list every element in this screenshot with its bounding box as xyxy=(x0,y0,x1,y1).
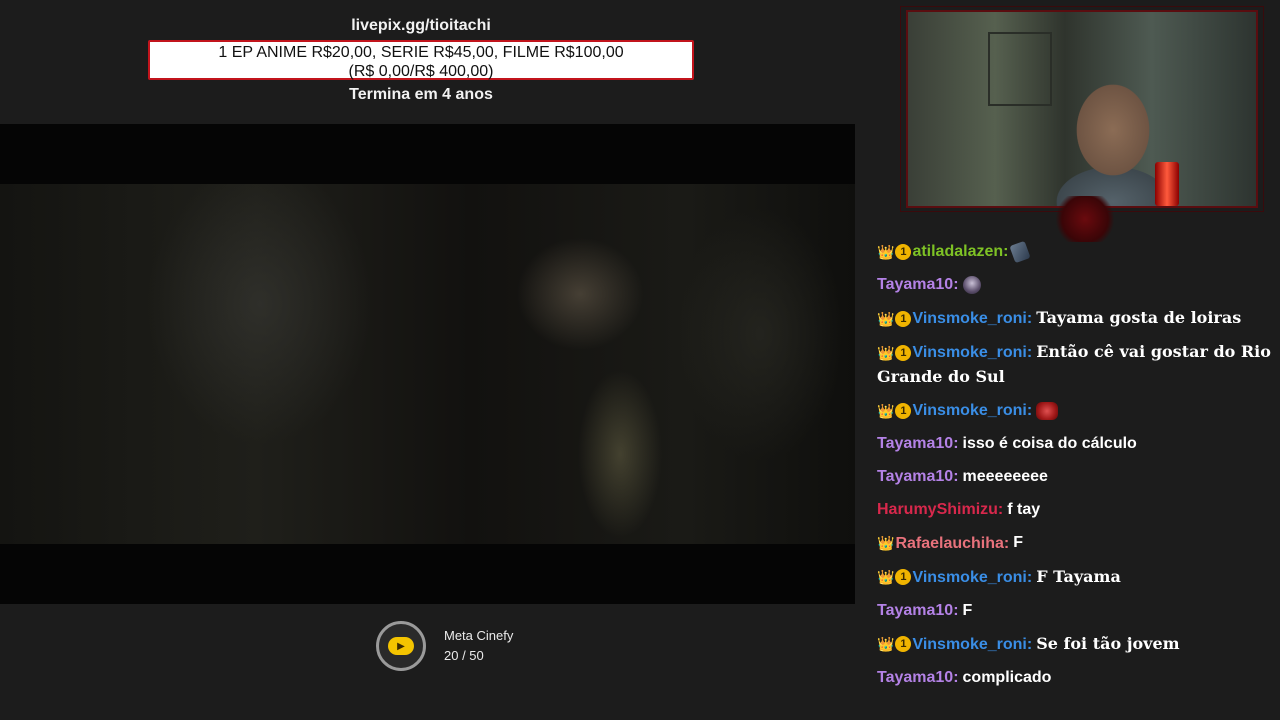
chat-message-text: F xyxy=(962,601,973,619)
chat-message: Tayama10: isso é coisa do cálculo xyxy=(877,432,1272,456)
tier-badge-icon: 1 xyxy=(895,345,912,361)
donation-goal-box: 1 EP ANIME R$20,00, SERIE R$45,00, FILME… xyxy=(148,40,694,80)
tier-badge-icon: 1 xyxy=(895,569,912,586)
chat-message-text: meeeeeeee xyxy=(962,468,1048,486)
chat-message: Tayama10: complicado xyxy=(877,666,1272,690)
chat-message: Tayama10: xyxy=(877,273,1272,297)
chat-message-text: Se foi tão jovem xyxy=(1036,633,1180,653)
ninja-emote-icon xyxy=(962,276,981,294)
goal-progress: 20 / 50 xyxy=(444,648,484,663)
donation-ends-label: Termina em 4 anos xyxy=(349,86,493,103)
crown-badge-icon: 👑 xyxy=(877,244,895,260)
demon-emote-icon xyxy=(1036,402,1059,421)
chat-message: 👑 1 Vinsmoke_roni: Então cê vai gostar do R… xyxy=(877,340,1272,390)
goal-title: Meta Cinefy xyxy=(444,628,514,643)
cinefy-logo-icon: ▶ xyxy=(388,637,414,655)
chat-message: HarumyShimizu: f tay xyxy=(877,498,1272,522)
chat-username[interactable]: atiladalazen: xyxy=(912,243,1008,260)
chat-message-text: isso é coisa do cálculo xyxy=(962,435,1137,453)
webcam-shelf xyxy=(988,32,1052,106)
crown-badge-icon: 👑 xyxy=(877,569,895,586)
chat-message-text: F xyxy=(1013,534,1024,552)
chat-username[interactable]: Vinsmoke_roni: xyxy=(912,636,1032,653)
chat-username[interactable]: Vinsmoke_roni: xyxy=(912,402,1032,419)
chat-username[interactable]: Vinsmoke_roni: xyxy=(912,344,1032,361)
donation-goal-overlay: livepix.gg/tioitachi 1 EP ANIME R$20,00,… xyxy=(148,12,694,104)
chat-username[interactable]: Tayama10: xyxy=(877,435,959,452)
crown-badge-icon: 👑 xyxy=(877,403,895,420)
chat-message-text: F Tayama xyxy=(1036,566,1121,586)
chat-message-text: complicado xyxy=(962,668,1052,686)
webcam-drink-can xyxy=(1155,162,1179,206)
donation-progress: (R$ 0,00/R$ 400,00) xyxy=(348,63,494,80)
chat-message: 👑Rafaelauchiha: F xyxy=(877,531,1272,555)
tier-badge-icon: 1 xyxy=(895,403,912,420)
meta-cinefy-goal: ▶ Meta Cinefy 20 / 50 xyxy=(376,618,513,674)
chat-message-text: f tay xyxy=(1007,501,1041,519)
chat-message: 👑 1 Vinsmoke_roni: F Tayama xyxy=(877,565,1272,590)
crown-badge-icon: 👑 xyxy=(877,311,895,327)
crown-badge-icon: 👑 xyxy=(877,636,895,653)
chat-username[interactable]: Tayama10: xyxy=(877,669,959,686)
chat-username[interactable]: Vinsmoke_roni: xyxy=(912,569,1032,586)
chat-message: 👑 1 Vinsmoke_roni: xyxy=(877,399,1272,423)
goal-ring: ▶ xyxy=(376,621,426,671)
chat-username[interactable]: Vinsmoke_roni: xyxy=(912,310,1032,327)
video-frame xyxy=(0,184,855,544)
chat-message: Tayama10: F xyxy=(877,599,1272,623)
chat-message: 👑 1 Vinsmoke_roni: Tayama gosta de loiras xyxy=(877,306,1272,331)
chat-overlay: 👑 1 atiladalazen: Tayama10: 👑 1 Vinsmoke_roni:… xyxy=(877,240,1272,699)
chat-message: Tayama10: meeeeeeee xyxy=(877,465,1272,489)
donation-prices: 1 EP ANIME R$20,00, SERIE R$45,00, FILME… xyxy=(218,44,624,61)
tier-badge-icon: 1 xyxy=(895,311,912,327)
phone-emote-icon xyxy=(1009,240,1032,264)
chat-message-text: Tayama gosta de loiras xyxy=(1036,308,1242,328)
chat-username[interactable]: Tayama10: xyxy=(877,468,959,485)
chat-username[interactable]: Tayama10: xyxy=(877,276,959,293)
crown-badge-icon: 👑 xyxy=(877,345,895,361)
video-player[interactable] xyxy=(0,124,855,604)
chat-username[interactable]: Rafaelauchiha: xyxy=(895,535,1009,552)
tier-badge-icon: 1 xyxy=(895,636,912,653)
chat-message: 👑 1 Vinsmoke_roni: Se foi tão jovem xyxy=(877,632,1272,657)
akatsuki-cloud-icon xyxy=(1050,196,1120,242)
chat-message: 👑 1 atiladalazen: xyxy=(877,240,1272,264)
chat-username[interactable]: Tayama10: xyxy=(877,602,959,619)
donation-url: livepix.gg/tioitachi xyxy=(351,17,491,34)
chat-username[interactable]: HarumyShimizu: xyxy=(877,501,1003,518)
webcam-scene xyxy=(908,12,1256,206)
crown-badge-icon: 👑 xyxy=(877,535,895,552)
tier-badge-icon: 1 xyxy=(895,244,912,260)
webcam-feed xyxy=(906,10,1258,208)
